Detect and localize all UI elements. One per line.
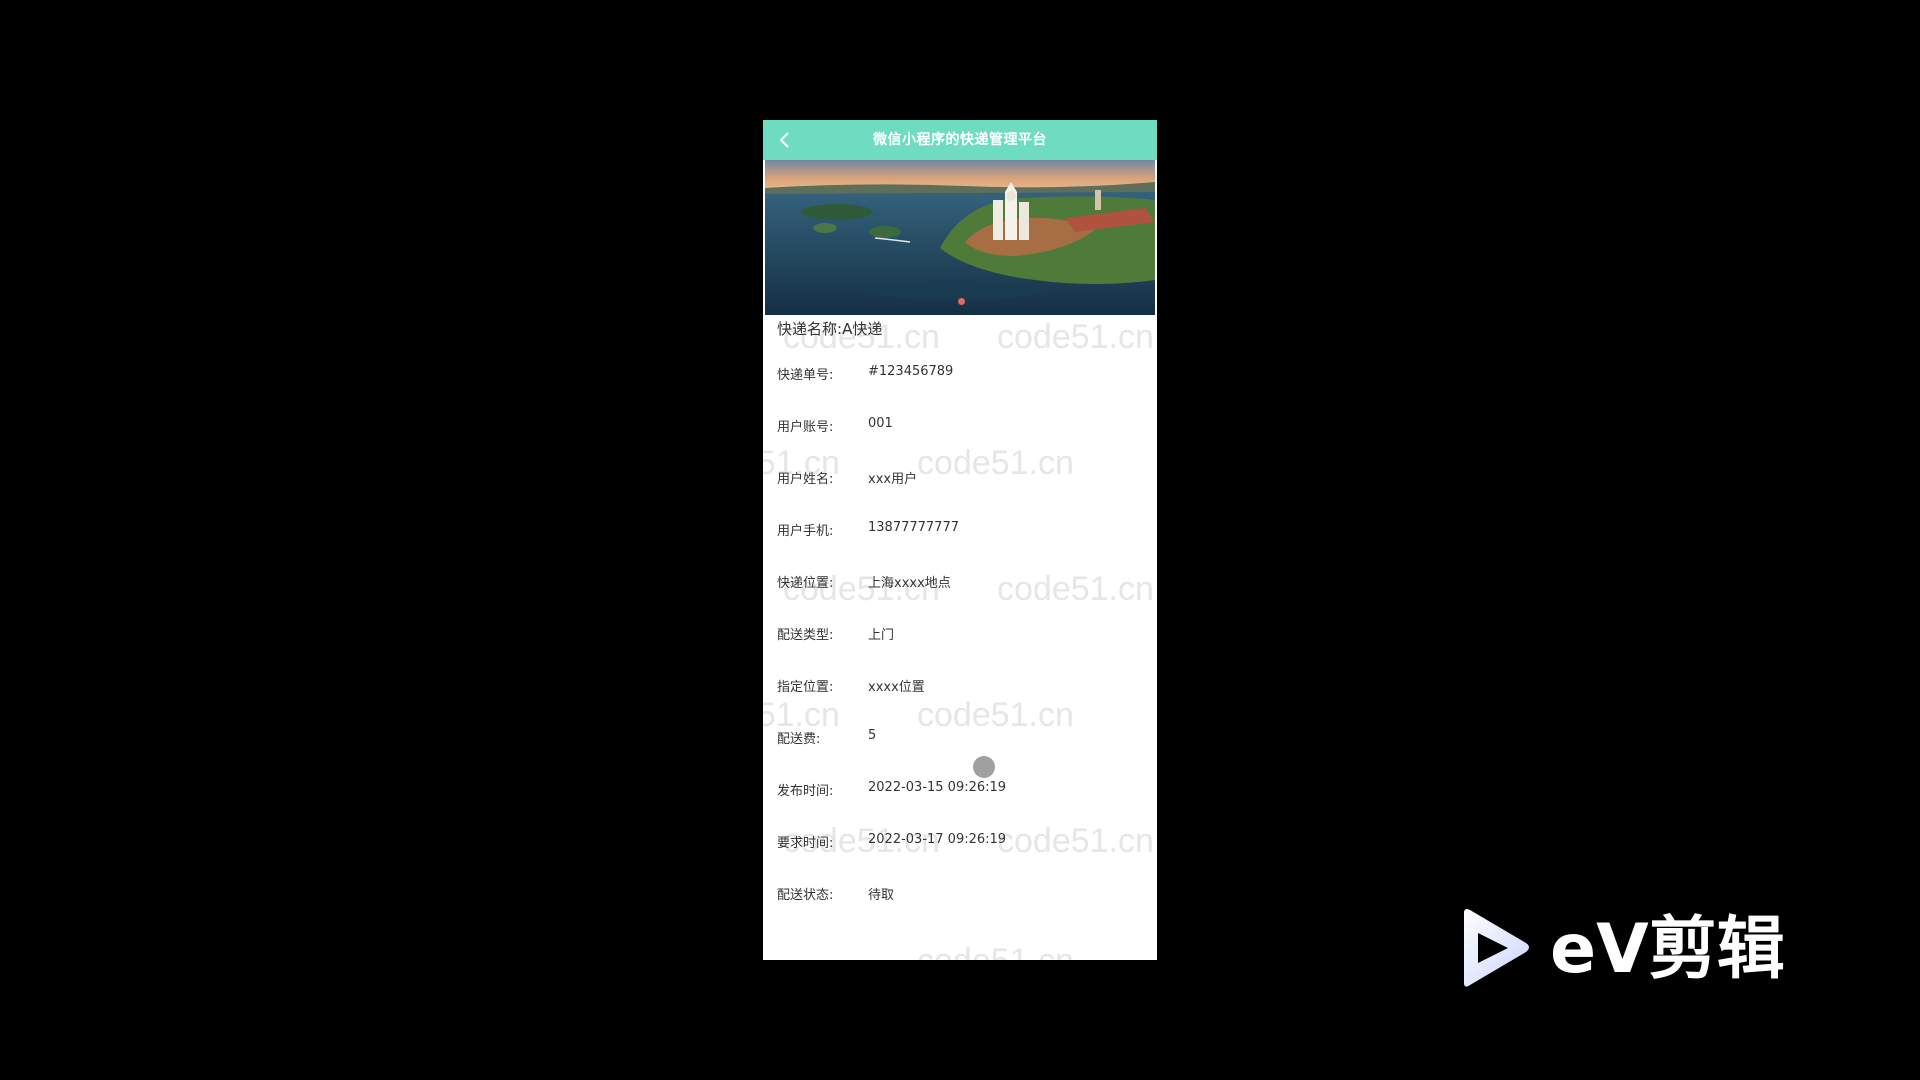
express-name-title: 快递名称:A快递 (777, 318, 882, 339)
detail-row-tracking-number: 快递单号: #123456789 (777, 350, 1147, 402)
field-label: 要求时间: (777, 836, 834, 851)
field-label: 快递位置: (777, 576, 834, 591)
phone-screen: 微信小程序的快递管理平台 code51.cn code51.cn 51.cn c… (763, 120, 1157, 960)
field-label: 用户姓名: (777, 472, 834, 487)
field-value: 5 (868, 728, 877, 743)
detail-row-user-name: 用户姓名: xxx用户 (777, 454, 1147, 506)
ev-watermark-logo: eV剪辑 (1450, 905, 1820, 995)
express-name-label: 快递名称: (777, 320, 843, 338)
field-value: 2022-03-17 09:26:19 (868, 832, 1007, 847)
field-value: 001 (868, 416, 893, 431)
detail-row-publish-time: 发布时间: 2022-03-15 09:26:19 (777, 766, 1147, 818)
banner-image (765, 160, 1155, 315)
field-label: 配送费: (777, 732, 821, 747)
field-value: 13877777777 (868, 520, 959, 535)
field-label: 用户手机: (777, 524, 834, 539)
detail-row-delivery-status: 配送状态: 待取 (777, 870, 1147, 922)
back-button[interactable] (773, 128, 797, 152)
field-value: xxx用户 (868, 472, 918, 487)
field-label: 快递单号: (777, 368, 834, 383)
detail-row-user-phone: 用户手机: 13877777777 (777, 506, 1147, 558)
detail-row-express-location: 快递位置: 上海xxxx地点 (777, 558, 1147, 610)
play-icon (1464, 909, 1529, 987)
page-title: 微信小程序的快递管理平台 (873, 132, 1047, 148)
banner-carousel[interactable] (765, 160, 1155, 315)
touch-cursor-indicator (973, 756, 995, 778)
detail-row-designated-location: 指定位置: xxxx位置 (777, 662, 1147, 714)
nav-bar: 微信小程序的快递管理平台 (763, 120, 1157, 160)
chevron-left-icon (779, 132, 789, 148)
field-value: 上门 (868, 628, 895, 643)
field-value: 上海xxxx地点 (868, 576, 951, 591)
watermark-text: code51.cn (917, 942, 1074, 960)
detail-row-delivery-fee: 配送费: 5 (777, 714, 1147, 766)
detail-row-required-time: 要求时间: 2022-03-17 09:26:19 (777, 818, 1147, 870)
field-label: 指定位置: (777, 680, 834, 695)
ev-brand-text: eV剪辑 (1550, 910, 1785, 989)
field-value: #123456789 (868, 364, 954, 379)
field-value: 待取 (868, 888, 895, 903)
field-label: 配送类型: (777, 628, 834, 643)
field-value: xxxx位置 (868, 680, 925, 695)
field-label: 用户账号: (777, 420, 834, 435)
detail-row-user-account: 用户账号: 001 (777, 402, 1147, 454)
field-value: 2022-03-15 09:26:19 (868, 780, 1007, 795)
express-name-value: A快递 (842, 320, 883, 338)
detail-list: 快递单号: #123456789 用户账号: 001 用户姓名: xxx用户 用… (777, 350, 1147, 922)
field-label: 配送状态: (777, 888, 834, 903)
field-label: 发布时间: (777, 784, 834, 799)
carousel-dot-active[interactable] (958, 298, 965, 305)
detail-row-delivery-type: 配送类型: 上门 (777, 610, 1147, 662)
